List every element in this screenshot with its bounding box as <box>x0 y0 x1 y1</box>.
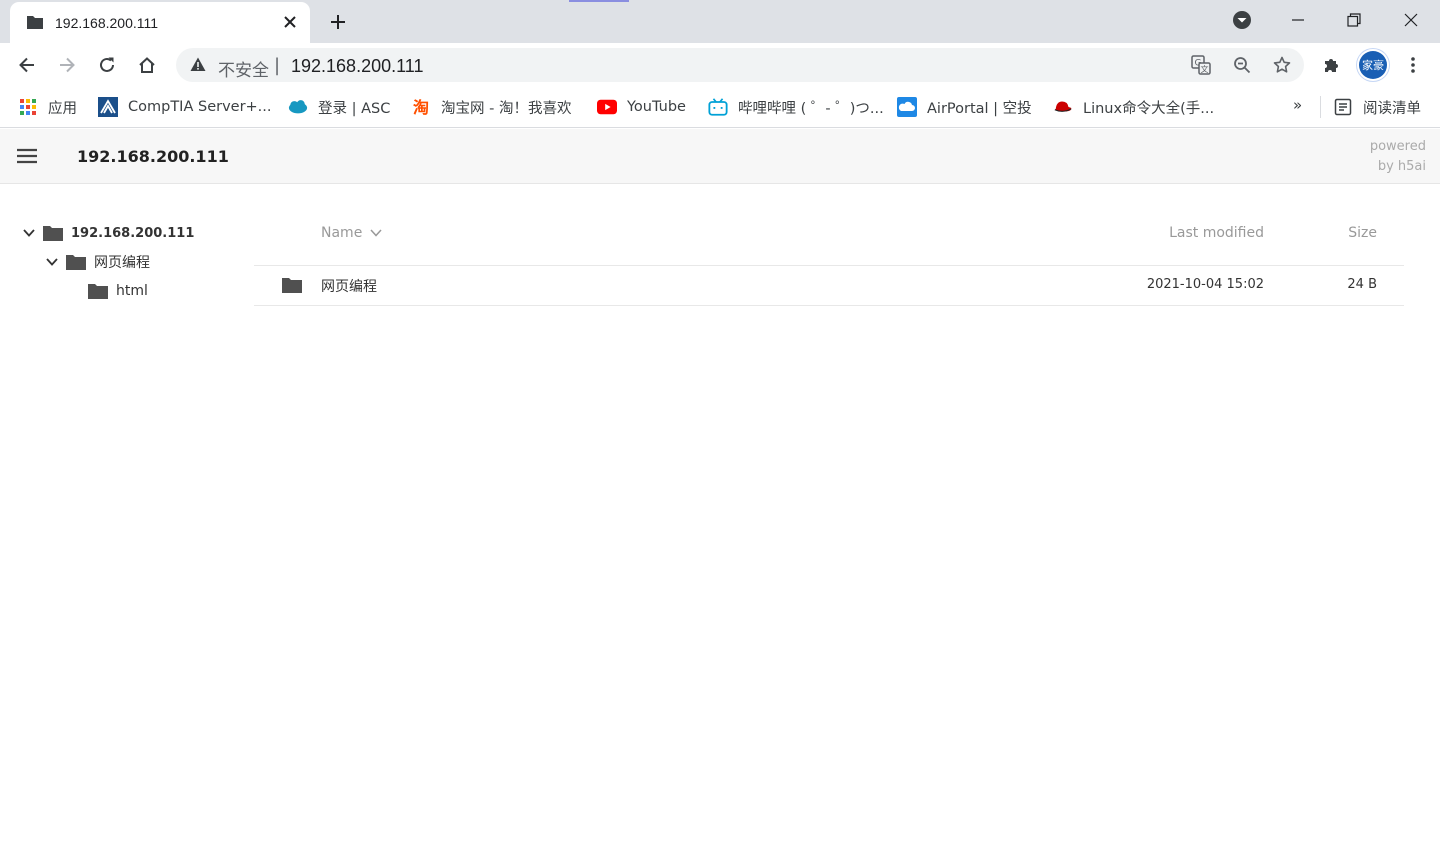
bookmark-label: 哔哩哔哩 ( ゜- ゜)つ... <box>738 100 884 117</box>
bookmark-label: CompTIA Server+... <box>128 99 272 115</box>
security-label[interactable]: 不安全 <box>218 56 269 81</box>
comptia-icon <box>98 97 118 117</box>
bookmarks-bar: 应用 CompTIA Server+... 登录 | ASC 淘 淘宝网 - 淘… <box>0 88 1440 128</box>
salesforce-cloud-icon <box>288 97 308 117</box>
bookmark-label: 应用 <box>48 100 77 117</box>
taobao-icon: 淘 <box>411 97 431 117</box>
tree-item-label: 网页编程 <box>94 255 150 271</box>
folder-icon <box>43 225 63 241</box>
bookmark-linux-commands[interactable]: Linux命令大全(手... <box>1053 96 1214 118</box>
minimize-icon[interactable] <box>1283 6 1313 34</box>
redhat-icon <box>1053 97 1073 117</box>
url-separator: | <box>274 55 281 76</box>
item-modified: 2021-10-04 15:02 <box>1146 277 1264 292</box>
tab-title: 192.168.200.111 <box>55 15 159 31</box>
item-name[interactable]: 网页编程 <box>321 276 377 296</box>
close-window-icon[interactable] <box>1396 6 1426 34</box>
list-item[interactable]: 网页编程 2021-10-04 15:02 24 B <box>254 266 1404 305</box>
h5ai-topbar: 192.168.200.111 powered by h5ai <box>0 129 1440 184</box>
tree-item-root[interactable]: 192.168.200.111 <box>21 221 194 245</box>
bilibili-icon <box>708 97 728 117</box>
bookmark-label: YouTube <box>627 99 686 115</box>
browser-menu-kebab-icon[interactable] <box>1398 50 1428 80</box>
bookmark-airportal[interactable]: AirPortal | 空投 <box>897 96 1032 118</box>
airportal-icon <box>897 97 917 117</box>
column-header-modified[interactable]: Last modified <box>1169 225 1264 241</box>
tab-strip-accent <box>569 0 629 2</box>
address-bar[interactable]: 不安全 | 192.168.200.111 G文 <box>176 48 1304 82</box>
column-header-size[interactable]: Size <box>1348 225 1377 241</box>
bookmark-label: 淘宝网 - 淘！我喜欢 <box>441 100 572 117</box>
home-button[interactable] <box>132 50 162 80</box>
folder-icon <box>66 254 86 270</box>
breadcrumb-current[interactable]: 192.168.200.111 <box>77 147 229 166</box>
tab-close-icon[interactable] <box>278 10 302 34</box>
bookmark-taobao[interactable]: 淘 淘宝网 - 淘！我喜欢 <box>411 96 571 118</box>
powered-line-1: powered <box>1369 139 1426 154</box>
restore-icon[interactable] <box>1339 6 1369 34</box>
back-button[interactable] <box>12 50 42 80</box>
sort-chevron-down-icon <box>370 229 382 237</box>
column-header-label: Name <box>321 225 363 241</box>
bookmarks-divider <box>1320 96 1321 118</box>
browser-toolbar: 不安全 | 192.168.200.111 G文 家豪 <box>0 43 1440 88</box>
folder-icon <box>88 283 108 299</box>
tab-strip: 192.168.200.111 <box>0 0 1440 43</box>
zoom-out-icon[interactable] <box>1231 54 1253 76</box>
reading-list-button[interactable]: 阅读清单 <box>1333 96 1421 118</box>
chevron-down-icon[interactable] <box>21 225 37 241</box>
bookmark-label: AirPortal | 空投 <box>927 100 1032 117</box>
svg-text:淘: 淘 <box>413 98 429 117</box>
reading-list-icon <box>1333 97 1353 117</box>
bookmark-apps[interactable]: 应用 <box>18 96 77 118</box>
tree-item-webprog[interactable]: 网页编程 <box>44 250 150 274</box>
bookmark-bilibili[interactable]: 哔哩哔哩 ( ゜- ゜)つ... <box>708 96 884 118</box>
powered-by-h5ai[interactable]: powered by h5ai <box>1370 137 1426 177</box>
item-size: 24 B <box>1347 277 1377 292</box>
apps-grid-icon <box>18 97 38 117</box>
folder-favicon-icon <box>26 14 44 34</box>
tree-item-html[interactable]: html <box>88 279 148 303</box>
not-secure-warning-icon[interactable] <box>190 57 206 76</box>
reload-button[interactable] <box>92 50 122 80</box>
youtube-icon <box>597 97 617 117</box>
tree-item-label: html <box>116 283 148 299</box>
column-header-name[interactable]: Name <box>321 225 382 241</box>
bookmark-comptia[interactable]: CompTIA Server+... <box>98 96 272 118</box>
new-tab-button[interactable] <box>325 9 351 35</box>
forward-button[interactable] <box>52 50 82 80</box>
url-text[interactable]: 192.168.200.111 <box>291 56 423 77</box>
tab-search-button[interactable] <box>1227 6 1257 34</box>
bookmark-label: 登录 | ASC <box>318 100 391 117</box>
extensions-puzzle-icon[interactable] <box>1317 50 1347 80</box>
reading-list-label: 阅读清单 <box>1363 100 1421 117</box>
bookmark-label: Linux命令大全(手... <box>1083 100 1215 117</box>
bookmark-asc-login[interactable]: 登录 | ASC <box>288 96 390 118</box>
browser-tab-active[interactable]: 192.168.200.111 <box>10 2 310 43</box>
bookmark-star-icon[interactable] <box>1271 54 1293 76</box>
chevron-down-icon[interactable] <box>44 254 60 270</box>
translate-icon[interactable]: G文 <box>1190 54 1212 76</box>
bookmark-youtube[interactable]: YouTube <box>597 96 686 118</box>
folder-icon <box>282 277 302 297</box>
svg-text:文: 文 <box>1201 64 1209 74</box>
powered-line-2: by h5ai <box>1377 159 1426 174</box>
tree-item-label: 192.168.200.111 <box>71 225 195 241</box>
row-divider <box>254 305 1404 306</box>
profile-avatar[interactable]: 家豪 <box>1359 51 1387 79</box>
hamburger-menu-icon[interactable] <box>16 147 40 167</box>
more-bookmarks-chevron[interactable]: » <box>1293 96 1302 114</box>
